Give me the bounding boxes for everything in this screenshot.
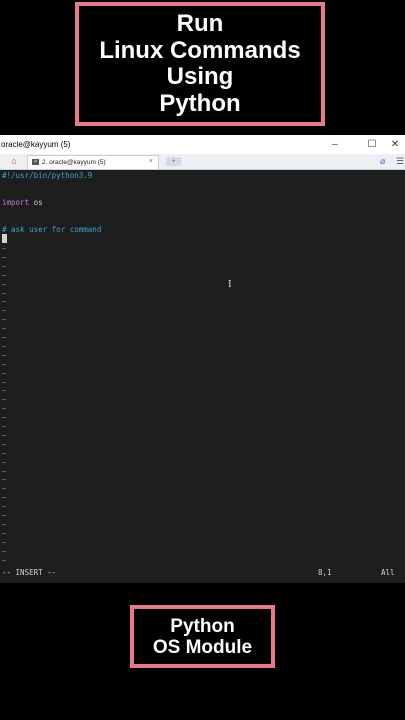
subtitle-line-2: OS Module xyxy=(152,636,253,658)
tilde-line: ~ xyxy=(2,261,7,271)
tilde-line: ~ xyxy=(2,546,7,556)
menu-icon[interactable]: ☰ xyxy=(396,156,404,167)
window-title: oracle@kayyum (5) xyxy=(1,140,71,149)
tilde-line: ~ xyxy=(2,324,7,334)
tab-session[interactable]: > 2. oracle@kayyum (5) × xyxy=(27,155,159,169)
tilde-line: ~ xyxy=(2,475,7,485)
tilde-line: ~ xyxy=(2,315,7,325)
scroll-position: All xyxy=(381,568,395,577)
tilde-line: ~ xyxy=(2,511,7,520)
tab-close-icon[interactable]: × xyxy=(149,158,153,165)
tilde-line: ~ xyxy=(2,537,7,547)
close-button[interactable]: ✕ xyxy=(385,137,405,152)
new-tab-button[interactable]: + xyxy=(166,157,181,166)
tilde-line: ~ xyxy=(2,466,7,476)
vim-mode-status: -- INSERT -- xyxy=(2,568,57,577)
title-line-3: Using xyxy=(166,63,234,90)
tab-bar: ⌂ > 2. oracle@kayyum (5) × + ⌀ ☰ xyxy=(0,154,405,170)
tilde-line: ~ xyxy=(2,244,7,253)
code-line-shebang: #!/usr/bin/python3.9 xyxy=(2,171,93,180)
maximize-button[interactable]: ☐ xyxy=(362,137,382,152)
tilde-line: ~ xyxy=(2,341,7,351)
text-cursor xyxy=(2,234,7,243)
tilde-line: ~ xyxy=(2,422,7,431)
tilde-line: ~ xyxy=(2,404,7,414)
minimize-button[interactable]: – xyxy=(325,137,345,152)
cursor-position: 8,1 xyxy=(318,568,332,577)
code-line-import: import os xyxy=(2,198,43,207)
terminal-icon: > xyxy=(32,159,39,165)
import-keyword: import xyxy=(2,198,30,207)
tilde-line: ~ xyxy=(2,252,7,262)
tilde-line: ~ xyxy=(2,306,7,316)
tilde-line: ~ xyxy=(2,457,7,467)
tilde-line: ~ xyxy=(2,555,7,565)
paperclip-icon[interactable]: ⌀ xyxy=(380,156,385,167)
title-line-4: Python xyxy=(159,89,241,117)
tilde-line: ~ xyxy=(2,333,7,342)
subtitle-line-1: Python xyxy=(170,615,235,637)
tilde-line: ~ xyxy=(2,484,7,494)
title-line-1: Run xyxy=(176,10,224,37)
tilde-line: ~ xyxy=(2,297,7,307)
title-line-2: Linux Commands xyxy=(99,36,301,64)
tilde-line: ~ xyxy=(2,386,7,396)
home-icon[interactable]: ⌂ xyxy=(8,156,20,167)
title-banner: Run Linux Commands Using Python xyxy=(75,2,325,126)
tilde-line: ~ xyxy=(2,430,7,440)
tilde-line: ~ xyxy=(2,279,7,289)
tilde-line: ~ xyxy=(2,368,7,378)
import-module: os xyxy=(29,198,43,207)
tilde-line: ~ xyxy=(2,448,7,458)
tilde-line: ~ xyxy=(2,395,7,405)
tilde-line: ~ xyxy=(2,350,7,360)
tilde-line: ~ xyxy=(2,288,7,298)
vim-editor[interactable]: #!/usr/bin/python3.9 import os # ask use… xyxy=(0,170,405,583)
tilde-line: ~ xyxy=(2,519,7,529)
code-line-comment: # ask user for command xyxy=(2,225,102,234)
window-titlebar[interactable]: oracle@kayyum (5) – ☐ ✕ xyxy=(0,135,405,154)
tilde-line: ~ xyxy=(2,528,7,538)
subtitle-banner: Python OS Module xyxy=(130,605,275,668)
terminal-window: oracle@kayyum (5) – ☐ ✕ ⌂ > 2. oracle@ka… xyxy=(0,135,405,583)
tilde-line: ~ xyxy=(2,439,7,449)
mouse-ibeam-icon: I xyxy=(228,280,232,290)
tilde-line: ~ xyxy=(2,413,7,423)
tilde-line: ~ xyxy=(2,502,7,512)
tilde-line: ~ xyxy=(2,359,7,369)
tilde-line: ~ xyxy=(2,377,7,387)
tilde-line: ~ xyxy=(2,493,7,503)
tab-label: 2. oracle@kayyum (5) xyxy=(42,159,106,166)
tilde-line: ~ xyxy=(2,270,7,280)
